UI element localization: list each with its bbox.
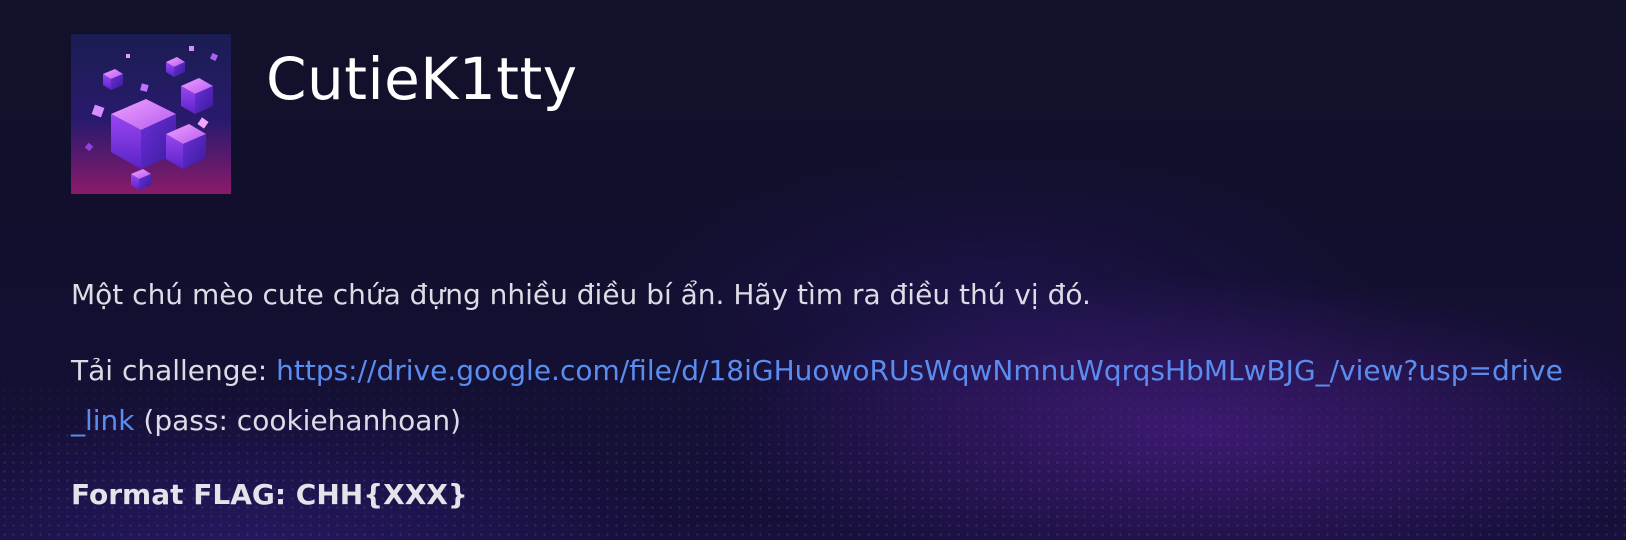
challenge-description: Một chú mèo cute chứa đựng nhiều điều bí…: [71, 278, 1091, 311]
challenge-avatar: [71, 34, 231, 194]
challenge-title: CutieK1tty: [266, 45, 578, 113]
password-note: (pass: cookiehanhoan): [134, 404, 462, 437]
challenge-header: CutieK1tty: [71, 34, 578, 194]
download-paragraph: Tải challenge: https://drive.google.com/…: [71, 346, 1571, 446]
challenge-description-block: Một chú mèo cute chứa đựng nhiều điều bí…: [71, 270, 1571, 540]
download-label: Tải challenge:: [71, 354, 277, 387]
flag-format: Format FLAG: CHH{XXX}: [71, 478, 468, 511]
